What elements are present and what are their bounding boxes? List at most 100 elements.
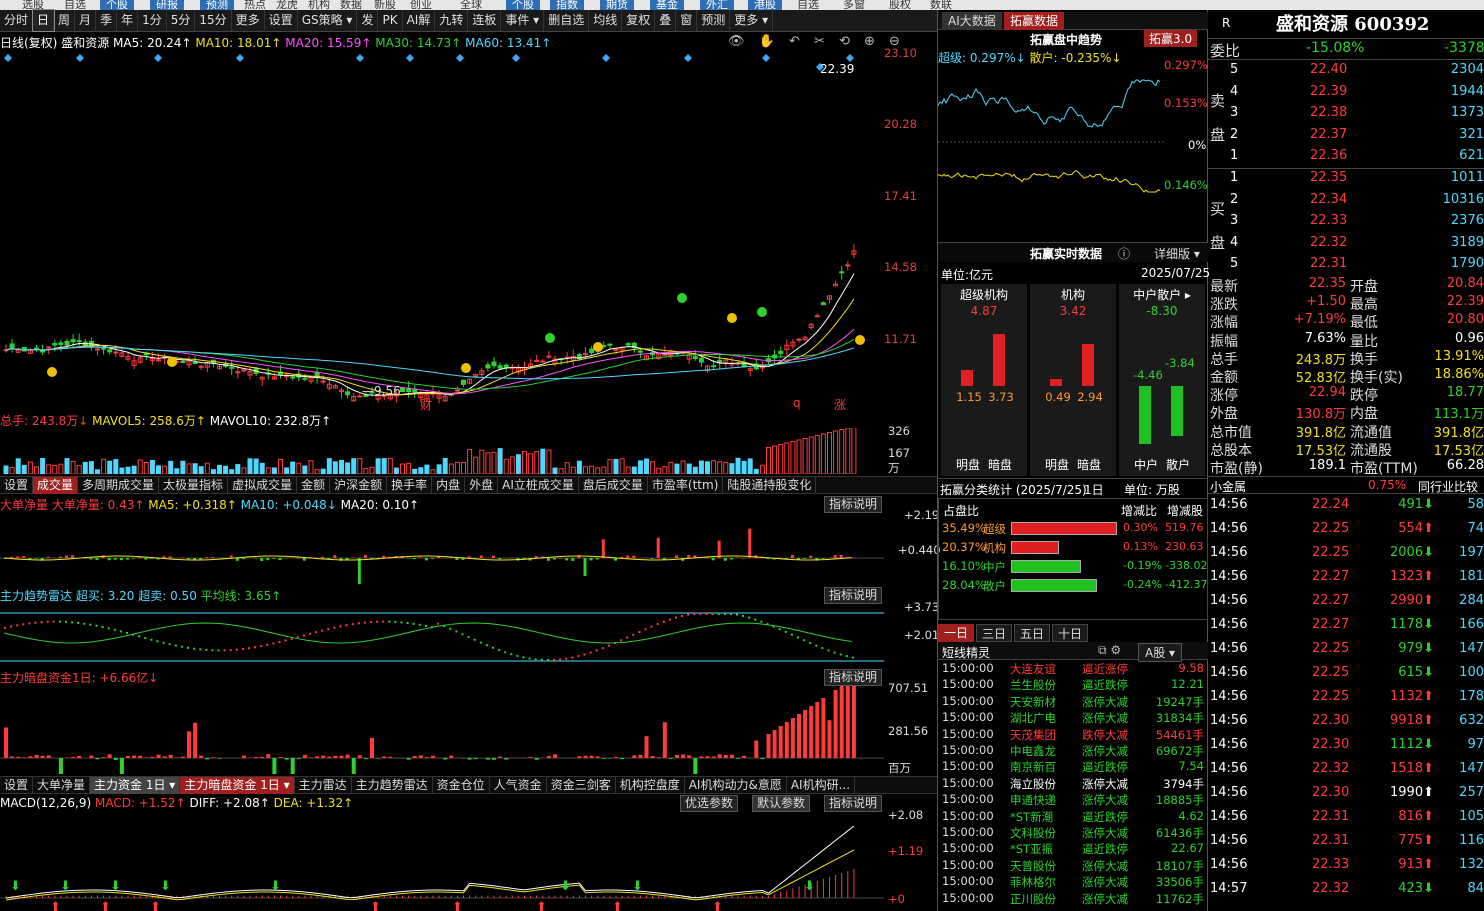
top-nav-item[interactable]: 龙虎 — [276, 0, 298, 10]
indicator-tab[interactable]: 换手率 — [387, 477, 433, 494]
optimal-params-button[interactable]: 优选参数 — [680, 795, 739, 812]
order-price[interactable]: 22.32 — [1310, 235, 1347, 250]
sprite-row[interactable]: 15:00:00 申通快递 涨停大减 18885手 — [938, 792, 1208, 808]
sprite-row[interactable]: 15:00:00 海立股份 涨停大减 3794手 — [938, 776, 1208, 792]
toolbar-item[interactable]: 预测 — [697, 10, 731, 31]
indicator-tab[interactable]: 虚拟成交量 — [228, 477, 298, 494]
top-nav-item[interactable]: 全球 — [460, 0, 482, 10]
indicator-tab[interactable]: 金额 — [297, 477, 331, 494]
intraday-trend-chart[interactable] — [938, 62, 1164, 230]
indicator-help-button-2[interactable]: 指标说明 — [824, 587, 883, 604]
market-select[interactable]: A股 ▾ — [1138, 643, 1183, 662]
day-tab[interactable]: 一日 — [938, 624, 974, 642]
sprite-row[interactable]: 15:00:00 正川股份 涨停大减 11762手 — [938, 891, 1208, 907]
order-price[interactable]: 22.40 — [1310, 62, 1347, 77]
order-price[interactable]: 22.31 — [1310, 256, 1347, 271]
peer-compare-link[interactable]: 同行业比较 — [1418, 478, 1478, 495]
indicator-help-button-1[interactable]: 指标说明 — [824, 496, 883, 513]
toolbar-item[interactable]: 发 — [357, 10, 379, 31]
indicator-tab[interactable]: 人气资金 — [490, 777, 547, 794]
sector-link[interactable]: 小金属 — [1210, 478, 1246, 495]
toolbar-item[interactable]: 均线 — [589, 10, 623, 31]
toolbar-item[interactable]: AI解 — [403, 10, 436, 31]
top-nav-item[interactable]: 外汇 — [700, 0, 734, 10]
order-price[interactable]: 22.33 — [1310, 213, 1347, 228]
toolbar-item[interactable]: 叠 — [655, 10, 677, 31]
toolbar-item[interactable]: 分时 — [0, 10, 34, 31]
indicator-tab[interactable]: AI机构研... — [787, 777, 856, 794]
indicator-tab[interactable]: 机构控盘度 — [616, 777, 685, 794]
sprite-row[interactable]: 15:00:00 南京新百 逼近跌停 7.54 — [938, 759, 1208, 775]
order-price[interactable]: 22.35 — [1310, 170, 1347, 185]
sprite-row[interactable]: 15:00:00 大连友谊 逼近涨停 9.58 — [938, 661, 1208, 677]
sprite-row[interactable]: 15:00:00 湖北广电 涨停大减 31834手 — [938, 710, 1208, 726]
indicator-tab[interactable]: AI立桩成交量 — [498, 477, 579, 494]
sprite-row[interactable]: 15:00:00 中电鑫龙 涨停大减 69672手 — [938, 743, 1208, 759]
indicator-tab[interactable]: 陆股通持股变化 — [723, 477, 817, 494]
order-price[interactable]: 22.37 — [1310, 127, 1347, 142]
top-nav-item[interactable]: 个股 — [100, 0, 134, 10]
info-icon[interactable]: ⓘ — [1118, 245, 1130, 262]
sprite-row[interactable]: 15:00:00 天茂集团 跌停大减 54461手 — [938, 727, 1208, 743]
top-nav-item[interactable]: 自选 — [64, 0, 86, 10]
order-price[interactable]: 22.36 — [1310, 148, 1347, 163]
top-nav-item[interactable]: 创业 — [410, 0, 432, 10]
top-nav-item[interactable]: 数据 — [340, 0, 362, 10]
toolbar-item[interactable]: 更多 — [232, 10, 265, 31]
toolbar-item[interactable]: 更多 ▾ — [730, 10, 774, 31]
indicator-tab[interactable]: 太极量指标 — [159, 477, 229, 494]
tab-tuoying-data[interactable]: 拓赢数据 — [1004, 12, 1065, 30]
top-nav-item[interactable]: 指数 — [550, 0, 584, 10]
top-nav-item[interactable]: 期货 — [600, 0, 634, 10]
indicator-tab[interactable]: 成交量 — [33, 477, 79, 494]
toolbar-item[interactable]: 1分 — [138, 10, 167, 31]
top-nav-item[interactable]: 港股 — [748, 0, 782, 10]
sprite-row[interactable]: 15:00:00 *ST亚振 逼近跌停 22.67 — [938, 841, 1208, 857]
day-tab[interactable]: 五日 — [1014, 624, 1050, 642]
volume-chart[interactable] — [0, 428, 884, 474]
big-order-chart[interactable] — [0, 514, 884, 592]
indicator-tab[interactable]: 多周期成交量 — [78, 477, 160, 494]
toolbar-item[interactable]: 5分 — [167, 10, 196, 31]
top-nav-item[interactable]: 基金 — [650, 0, 684, 10]
default-params-button[interactable]: 默认参数 — [752, 795, 811, 812]
sprite-row[interactable]: 15:00:00 天普股份 涨停大减 18107手 — [938, 858, 1208, 874]
toolbar-item[interactable]: PK — [378, 10, 403, 31]
top-nav-item[interactable]: 股权 — [889, 0, 911, 10]
toolbar-item[interactable]: GS策略 ▾ — [298, 10, 358, 31]
toolbar-item[interactable]: 季 — [96, 10, 118, 31]
toolbar-item[interactable]: 月 — [75, 10, 97, 31]
top-nav-item[interactable]: 自选 — [797, 0, 819, 10]
top-nav-item[interactable]: 个股 — [506, 0, 540, 10]
expand-icon[interactable]: ⧉ ⚙ — [1098, 643, 1121, 658]
indicator-tab[interactable]: 大单净量 — [33, 777, 91, 794]
sprite-row[interactable]: 15:00:00 菲林格尔 涨停大减 33506手 — [938, 874, 1208, 890]
toolbar-item[interactable]: 15分 — [195, 10, 232, 31]
top-nav-item[interactable]: 机构 — [308, 0, 330, 10]
indicator-tab[interactable]: 沪深金额 — [330, 477, 388, 494]
indicator-tab[interactable]: 设置 — [0, 777, 34, 794]
indicator-tab[interactable]: 内盘 — [432, 477, 466, 494]
toolbar-item[interactable]: 连板 — [468, 10, 502, 31]
top-nav-item[interactable]: 多窗 — [843, 0, 865, 10]
sprite-row[interactable]: 15:00:00 文科股份 涨停大减 61436手 — [938, 825, 1208, 841]
toolbar-item[interactable]: 九转 — [435, 10, 469, 31]
day-tab[interactable]: 三日 — [976, 624, 1012, 642]
top-nav-item[interactable]: 新股 — [374, 0, 396, 10]
trend-radar-chart[interactable] — [0, 605, 884, 667]
toolbar-item[interactable]: 删自选 — [544, 10, 590, 31]
indicator-tab[interactable]: 设置 — [0, 477, 34, 494]
toolbar-item[interactable]: 复权 — [622, 10, 656, 31]
macd-chart[interactable]: ⬇ ⬇ ⬇ ⬇ ⬇ ⬇ ⬇ ⬇ ⬆ ⬆ ⬆ ⬆ ⬆ ⬆ ⬆ ⬆ — [0, 814, 884, 911]
indicator-tab[interactable]: 资金三剑客 — [547, 777, 616, 794]
day-tab[interactable]: 十日 — [1052, 624, 1088, 642]
indicator-tab[interactable]: 主力资金 1日 ▾ — [90, 777, 181, 794]
version-badge[interactable]: 拓赢3.0 — [1144, 30, 1198, 47]
order-price[interactable]: 22.38 — [1310, 105, 1347, 120]
indicator-help-button-4[interactable]: 指标说明 — [824, 795, 883, 812]
toolbar-item[interactable]: 日 — [32, 9, 56, 32]
indicator-tab[interactable]: 盘后成交量 — [579, 477, 648, 494]
sprite-row[interactable]: 15:00:00 *ST新潮 逼近跌停 4.62 — [938, 809, 1208, 825]
top-nav-item[interactable]: 数联 — [930, 0, 952, 10]
indicator-tab[interactable]: AI机构动力&意愿 — [685, 777, 787, 794]
